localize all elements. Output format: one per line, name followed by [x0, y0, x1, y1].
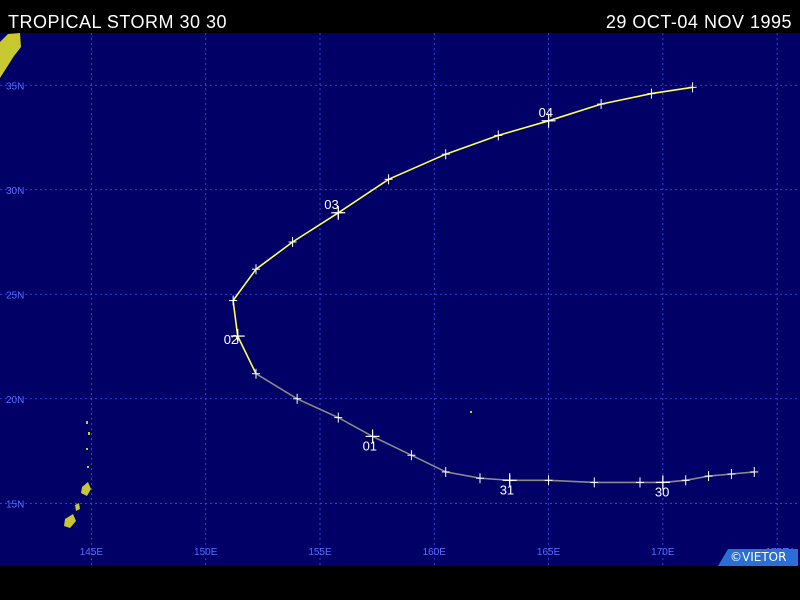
credit-label: ©VIETOR — [730, 550, 787, 564]
mariana-island — [86, 448, 88, 450]
map-canvas: 15N20N25N30N35N145E150E155E160E165E170E1… — [0, 33, 800, 566]
lat-label: 30N — [6, 186, 24, 197]
lat-label: 25N — [6, 290, 24, 301]
day-label: 03 — [324, 197, 338, 212]
day-label: 30 — [655, 484, 669, 499]
mariana-island — [88, 432, 90, 435]
date-range: 29 OCT-04 NOV 1995 — [605, 12, 792, 32]
day-label: 04 — [539, 105, 553, 120]
lon-label: 145E — [80, 547, 104, 558]
ocean-area — [0, 33, 800, 566]
mariana-island — [86, 421, 88, 424]
day-label: 31 — [500, 482, 514, 497]
lon-label: 170E — [651, 547, 675, 558]
lat-label: 35N — [6, 81, 24, 92]
lon-label: 150E — [194, 547, 218, 558]
storm-track-map: 15N20N25N30N35N145E150E155E160E165E170E1… — [0, 0, 800, 600]
lon-label: 160E — [423, 547, 447, 558]
lon-label: 165E — [537, 547, 561, 558]
day-label: 02 — [224, 332, 238, 347]
marcus-island — [470, 411, 472, 413]
lat-label: 20N — [6, 395, 24, 406]
storm-title: TROPICAL STORM 30 30 — [8, 12, 228, 32]
lon-label: 155E — [308, 547, 332, 558]
lat-label: 15N — [6, 499, 24, 510]
mariana-island — [87, 466, 89, 468]
day-label: 01 — [363, 438, 377, 453]
